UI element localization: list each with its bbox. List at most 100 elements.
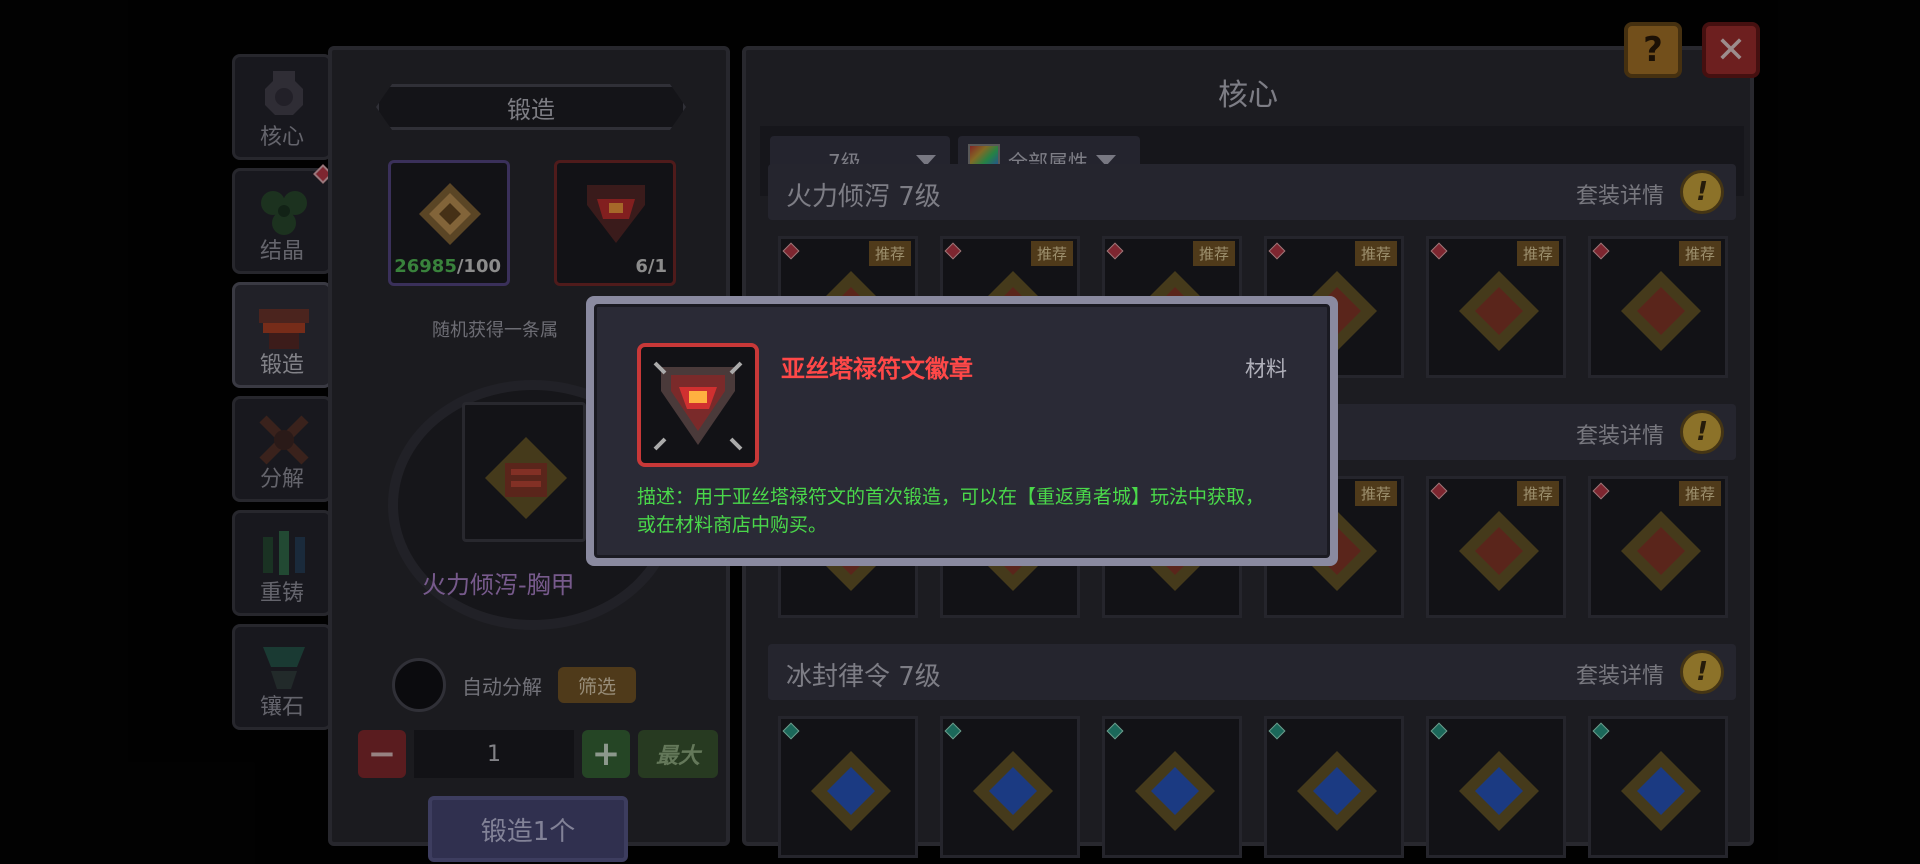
- quality-gem-icon: [1592, 482, 1610, 500]
- auto-disassemble-label: 自动分解: [462, 674, 542, 699]
- tab-disassemble[interactable]: 分解: [232, 396, 332, 502]
- set-detail-link[interactable]: 套装详情: [1576, 418, 1664, 450]
- item-card[interactable]: [1426, 716, 1566, 858]
- info-icon[interactable]: !: [1680, 650, 1724, 694]
- help-button[interactable]: ?: [1624, 22, 1682, 78]
- recommend-tag: 推荐: [1354, 481, 1397, 506]
- recommend-tag: 推荐: [1354, 241, 1397, 266]
- tab-gem-socket-label: 镶石: [259, 695, 304, 720]
- tab-recast[interactable]: 重铸: [232, 510, 332, 616]
- item-card[interactable]: [778, 716, 918, 858]
- recommend-tag: 推荐: [1516, 241, 1559, 266]
- quality-gem-icon: [1592, 722, 1610, 740]
- recommend-tag: 推荐: [1030, 241, 1073, 266]
- set-section-header: 火力倾泻 7级 套装详情!: [768, 164, 1736, 220]
- tab-core-label: 核心: [259, 125, 304, 150]
- chest-armor-icon: [1621, 511, 1701, 591]
- tab-gem-socket[interactable]: 镶石: [232, 624, 332, 730]
- recommend-tag: 推荐: [1678, 241, 1721, 266]
- quality-gem-icon: [944, 242, 962, 260]
- set-title: 火力倾泻 7级: [786, 182, 941, 212]
- item-card-row: [778, 716, 1736, 858]
- quality-gem-icon: [782, 242, 800, 260]
- auto-disassemble-row: 自动分解 筛选: [392, 658, 636, 712]
- recommend-tag: 推荐: [1192, 241, 1235, 266]
- ice-core-icon: [1135, 751, 1215, 831]
- material-gold-count: 26985/100: [394, 256, 501, 277]
- recommend-tag: 推荐: [1516, 481, 1559, 506]
- recommend-tag: 推荐: [1678, 481, 1721, 506]
- material-slot-gold[interactable]: 26985/100: [388, 160, 510, 286]
- gold-emblem-icon: [419, 183, 481, 245]
- forge-button[interactable]: 锻造1个: [428, 796, 628, 862]
- info-icon[interactable]: !: [1680, 170, 1724, 214]
- item-tooltip: 亚丝塔禄符文徽章 材料 描述：用于亚丝塔禄符文的首次锻造，可以在【重返勇者城】玩…: [586, 296, 1338, 566]
- tooltip-item-description: 描述：用于亚丝塔禄符文的首次锻造，可以在【重返勇者城】玩法中获取，或在材料商店中…: [637, 486, 1265, 536]
- tab-crystal[interactable]: 结晶: [232, 168, 332, 274]
- item-card[interactable]: 推荐: [1426, 476, 1566, 618]
- quality-gem-icon: [1430, 482, 1448, 500]
- quality-gem-icon: [1106, 242, 1124, 260]
- ice-core-icon: [973, 751, 1053, 831]
- filter-button[interactable]: 筛选: [558, 667, 636, 703]
- item-card[interactable]: [1588, 716, 1728, 858]
- rune-badge-icon: [587, 185, 645, 243]
- quality-gem-icon: [1592, 242, 1610, 260]
- item-card[interactable]: [940, 716, 1080, 858]
- close-button[interactable]: ✕: [1702, 22, 1760, 78]
- set-detail-link[interactable]: 套装详情: [1576, 178, 1664, 210]
- tab-disassemble-label: 分解: [259, 467, 304, 492]
- max-button[interactable]: 最大: [638, 730, 718, 778]
- chest-armor-icon: [1459, 271, 1539, 351]
- item-card[interactable]: [1264, 716, 1404, 858]
- quality-gem-icon: [782, 722, 800, 740]
- ice-core-icon: [1297, 751, 1377, 831]
- tooltip-item-frame: [637, 343, 759, 467]
- forge-info-text: 随机获得一条属: [432, 320, 558, 341]
- tab-recast-label: 重铸: [259, 581, 304, 606]
- set-detail-link[interactable]: 套装详情: [1576, 658, 1664, 690]
- chest-armor-icon: [1459, 511, 1539, 591]
- auto-disassemble-toggle[interactable]: [392, 658, 446, 712]
- quality-gem-icon: [1430, 722, 1448, 740]
- result-item-name: 火力倾泻-胸甲: [422, 571, 575, 599]
- quality-gem-icon: [1268, 242, 1286, 260]
- quality-gem-icon: [1430, 242, 1448, 260]
- ice-core-icon: [1621, 751, 1701, 831]
- side-tab-column: 核心 结晶 锻造 分解 重铸 镶石: [232, 54, 332, 730]
- core-title: 核心: [1218, 78, 1278, 113]
- decrease-button[interactable]: −: [358, 730, 406, 778]
- chest-armor-icon: [485, 437, 567, 519]
- material-slot-badge[interactable]: 6/1: [554, 160, 676, 286]
- increase-button[interactable]: +: [582, 730, 630, 778]
- tab-core[interactable]: 核心: [232, 54, 332, 160]
- set-title: 冰封律令 7级: [786, 662, 941, 692]
- tab-forge[interactable]: 锻造: [232, 282, 332, 388]
- ice-core-icon: [1459, 751, 1539, 831]
- item-card[interactable]: [1102, 716, 1242, 858]
- recommend-tag: 推荐: [868, 241, 911, 266]
- info-icon[interactable]: !: [1680, 410, 1724, 454]
- set-section: 火力倾泻 7级 套装详情! 推荐 推荐 推荐 推荐 推荐 推荐: [768, 164, 1736, 378]
- tab-crystal-label: 结晶: [259, 239, 304, 264]
- quality-gem-icon: [1268, 722, 1286, 740]
- forge-title: 锻造: [376, 84, 686, 130]
- tooltip-item-type: 材料: [1245, 357, 1287, 381]
- result-item-card[interactable]: [462, 402, 586, 542]
- quality-gem-icon: [944, 722, 962, 740]
- set-section: 冰封律令 7级 套装详情!: [768, 644, 1736, 858]
- quality-gem-icon: [1106, 722, 1124, 740]
- tooltip-item-name: 亚丝塔禄符文徽章: [781, 355, 973, 383]
- quantity-stepper: − 1 + 最大: [358, 730, 718, 778]
- chest-armor-icon: [1621, 271, 1701, 351]
- tab-forge-label: 锻造: [259, 353, 304, 378]
- ice-core-icon: [811, 751, 891, 831]
- rune-badge-icon: [653, 361, 743, 451]
- material-badge-count: 6/1: [635, 256, 667, 277]
- item-card[interactable]: 推荐: [1426, 236, 1566, 378]
- set-section-header: 冰封律令 7级 套装详情!: [768, 644, 1736, 700]
- item-tooltip-body: 亚丝塔禄符文徽章 材料 描述：用于亚丝塔禄符文的首次锻造，可以在【重返勇者城】玩…: [594, 304, 1330, 558]
- item-card[interactable]: 推荐: [1588, 236, 1728, 378]
- item-card[interactable]: 推荐: [1588, 476, 1728, 618]
- quantity-value[interactable]: 1: [414, 730, 574, 778]
